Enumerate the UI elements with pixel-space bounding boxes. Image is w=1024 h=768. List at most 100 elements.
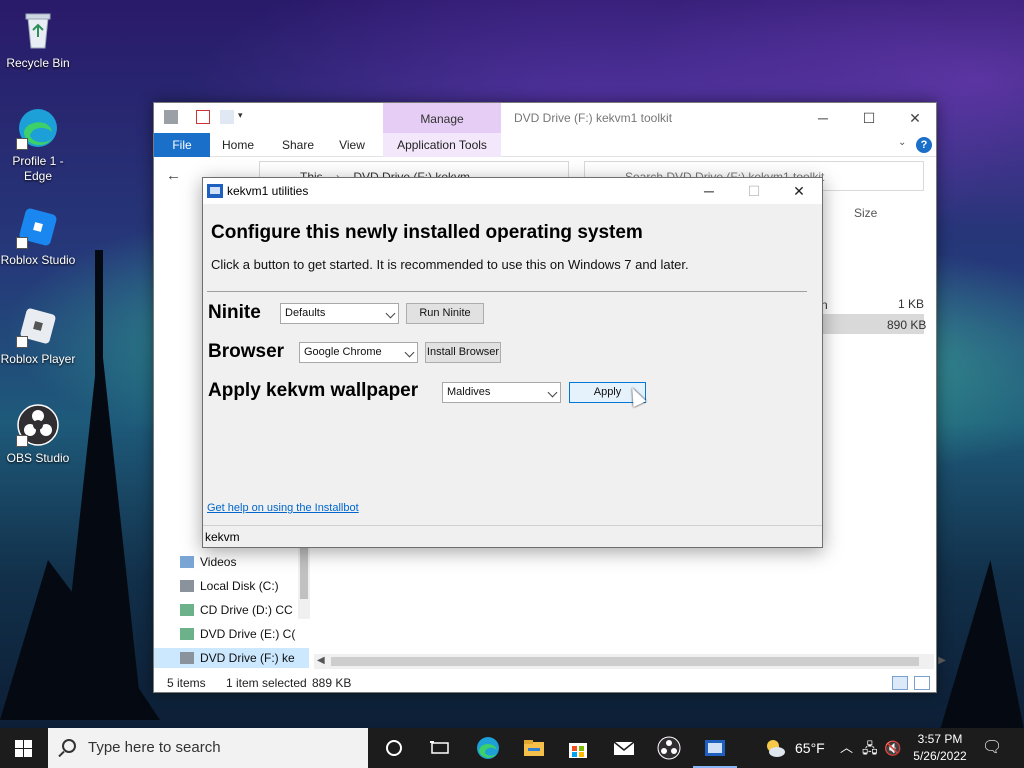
new-folder-icon[interactable] (220, 110, 234, 124)
tree-silhouette (940, 560, 1024, 730)
browser-select[interactable]: Google Chrome (299, 342, 418, 363)
app-icon (207, 184, 223, 198)
kekvm-utilities-dialog: kekvm1 utilities ─ ☐ ✕ Configure this ne… (202, 177, 823, 548)
scroll-left-icon[interactable]: ◀ (317, 655, 325, 666)
chevron-down-icon (547, 387, 558, 398)
roblox-player-icon (16, 304, 60, 348)
ribbon-tabs: File Home Share View Application Tools ⌄… (154, 133, 936, 157)
horizontal-scrollbar[interactable]: ◀ ▶ (314, 654, 946, 669)
install-browser-button[interactable]: Install Browser (425, 342, 501, 363)
desktop-icon-roblox-player[interactable]: Roblox Player (0, 304, 76, 367)
file-size: 1 KB (898, 297, 925, 311)
dialog-status-bar: kekvm (203, 525, 822, 547)
close-button[interactable]: ✕ (892, 103, 938, 133)
network-icon[interactable]: 🖧 (862, 728, 878, 768)
taskbar: Type here to search 65°F ︿ 🖧 🔇 3:57 PM 5… (0, 728, 1024, 768)
drive-icon (164, 110, 178, 124)
dialog-subheading: Click a button to get started. It is rec… (211, 257, 689, 272)
show-hidden-icons-icon[interactable]: ︿ (840, 728, 853, 768)
cd-drive-icon (180, 604, 194, 616)
wallpaper-select[interactable]: Maldives (442, 382, 561, 403)
tab-share[interactable]: Share (276, 133, 320, 157)
windows-logo-icon (15, 740, 23, 748)
nav-item-cd-drive-d[interactable]: CD Drive (D:) CC (180, 600, 310, 620)
manage-context-group: Manage (383, 103, 501, 133)
help-icon[interactable]: ? (916, 137, 932, 153)
column-header-size[interactable]: Size (854, 206, 877, 220)
file-explorer-icon[interactable] (522, 736, 546, 760)
explorer-status-bar: 5 items 1 item selected 889 KB (154, 672, 936, 694)
explorer-titlebar: ▾ Manage DVD Drive (F:) kekvm1 toolkit ─… (154, 103, 936, 133)
dvd-drive-icon (180, 652, 194, 664)
help-link[interactable]: Get help on using the Installbot (207, 502, 359, 514)
store-icon[interactable] (566, 736, 590, 760)
file-size: 890 KB (887, 318, 927, 332)
mail-icon[interactable] (612, 736, 636, 760)
selection-count: 1 item selected (226, 676, 307, 690)
dialog-titlebar: kekvm1 utilities ─ ☐ ✕ (203, 178, 822, 204)
maximize-button[interactable]: ☐ (846, 103, 892, 133)
notifications-icon[interactable]: 🗨 (982, 728, 1002, 768)
tab-home[interactable]: Home (216, 133, 260, 157)
desktop-icon-recycle-bin[interactable]: Recycle Bin (0, 8, 76, 71)
desktop-icon-edge[interactable]: Profile 1 - Edge (0, 106, 76, 184)
minimize-button[interactable]: ─ (800, 103, 846, 133)
roblox-studio-icon (16, 205, 60, 249)
details-view-button[interactable] (892, 676, 908, 690)
desktop-icon-label: Roblox Player (0, 352, 76, 366)
taskbar-clock[interactable]: 3:57 PM 5/26/2022 (905, 731, 975, 765)
ninite-label: Ninite (208, 302, 261, 323)
shortcut-arrow-icon (16, 138, 28, 150)
task-view-icon[interactable] (428, 736, 452, 760)
weather-temperature[interactable]: 65°F (795, 728, 825, 768)
back-arrow-icon[interactable]: ← (166, 167, 181, 184)
edge-icon (16, 106, 60, 150)
desktop-icon-label: OBS Studio (6, 451, 70, 465)
browser-label: Browser (208, 341, 285, 362)
desktop-icon-label: Profile 1 - Edge (12, 154, 64, 183)
nav-item-dvd-drive-f[interactable]: DVD Drive (F:) ke (154, 648, 309, 668)
taskbar-search-box[interactable]: Type here to search (48, 728, 368, 768)
edge-icon[interactable] (476, 736, 500, 760)
clock-date: 5/26/2022 (913, 749, 967, 763)
nav-item-dvd-drive-e[interactable]: DVD Drive (E:) C( (180, 624, 310, 644)
divider (207, 291, 807, 292)
desktop-icon-label: Recycle Bin (6, 56, 70, 70)
scrollbar-thumb[interactable] (331, 657, 919, 666)
dialog-title: kekvm1 utilities (227, 184, 309, 198)
shortcut-arrow-icon (16, 435, 28, 447)
close-button[interactable]: ✕ (776, 178, 822, 204)
chevron-down-icon[interactable]: ▾ (238, 110, 252, 124)
start-button[interactable] (0, 728, 48, 768)
tab-application-tools[interactable]: Application Tools (383, 133, 501, 157)
properties-icon[interactable] (196, 110, 210, 124)
obs-icon (16, 403, 60, 447)
volume-muted-icon[interactable]: 🔇 (884, 728, 901, 768)
wallpaper-label: Apply kekvm wallpaper (208, 380, 419, 401)
dialog-heading: Configure this newly installed operating… (211, 222, 643, 243)
weather-icon[interactable] (763, 736, 787, 760)
chevron-down-icon[interactable]: ⌄ (898, 137, 912, 151)
minimize-button[interactable]: ─ (686, 178, 732, 204)
tab-view[interactable]: View (332, 133, 372, 157)
desktop-icon-roblox-studio[interactable]: Roblox Studio (0, 205, 76, 268)
windows-logo-icon (15, 749, 23, 757)
nav-item-local-disk-c[interactable]: Local Disk (C:) (180, 576, 310, 596)
maximize-button: ☐ (747, 183, 761, 199)
large-icons-view-button[interactable] (914, 676, 930, 690)
run-ninite-button[interactable]: Run Ninite (406, 303, 484, 324)
tab-file[interactable]: File (154, 133, 210, 157)
chevron-down-icon (385, 308, 396, 319)
nav-item-videos[interactable]: Videos (180, 552, 310, 572)
item-count: 5 items (167, 676, 206, 690)
desktop-icon-obs[interactable]: OBS Studio (0, 403, 76, 466)
shortcut-arrow-icon (16, 237, 28, 249)
scroll-right-icon[interactable]: ▶ (938, 655, 946, 666)
taskbar-search-placeholder: Type here to search (88, 739, 221, 756)
dvd-drive-icon (180, 628, 194, 640)
windows-logo-icon (24, 740, 32, 748)
kekvm-utilities-icon[interactable] (693, 736, 737, 768)
obs-icon[interactable] (657, 736, 681, 760)
cortana-icon[interactable] (382, 736, 406, 760)
ninite-select[interactable]: Defaults (280, 303, 399, 324)
